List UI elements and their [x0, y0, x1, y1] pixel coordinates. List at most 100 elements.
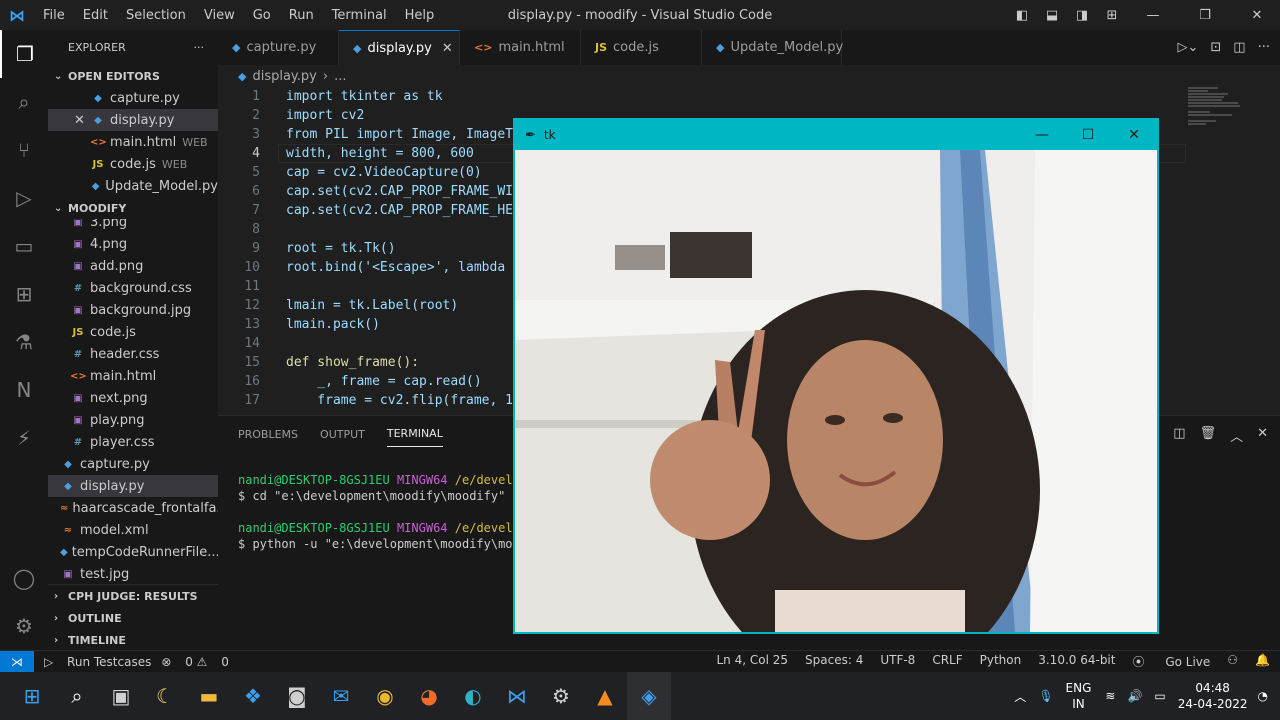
- tk-titlebar[interactable]: ✒ tk — ☐ ✕: [515, 120, 1157, 150]
- file-item[interactable]: # header.css: [48, 343, 218, 365]
- problems-indicator[interactable]: ⊗ 0 ⚠ 0: [161, 655, 229, 669]
- extensions-icon[interactable]: ⊞: [0, 270, 48, 318]
- menu-help[interactable]: Help: [396, 8, 444, 23]
- tab-main-html[interactable]: <> main.html: [460, 30, 581, 65]
- breadcrumb-rest[interactable]: ...: [334, 69, 346, 84]
- widgets-icon[interactable]: ☾: [143, 672, 187, 720]
- menu-selection[interactable]: Selection: [117, 8, 195, 23]
- chrome-icon[interactable]: ◉: [363, 672, 407, 720]
- notifications-bell-icon[interactable]: 🔔: [1255, 653, 1270, 670]
- tab-display[interactable]: ◆ display.py ✕: [339, 30, 460, 65]
- close-window-button[interactable]: ✕: [1234, 8, 1280, 23]
- menu-go[interactable]: Go: [244, 8, 280, 23]
- python-interpreter[interactable]: 3.10.0 64-bit: [1038, 653, 1115, 670]
- tab-capture[interactable]: ◆ capture.py: [218, 30, 339, 65]
- chevron-up-icon[interactable]: ︿: [1014, 688, 1026, 705]
- volume-icon[interactable]: 🔊: [1127, 689, 1142, 703]
- go-live-button[interactable]: ⦿ Go Live: [1132, 653, 1210, 670]
- encoding[interactable]: UTF-8: [880, 653, 915, 670]
- vlc-icon[interactable]: ▲: [583, 672, 627, 720]
- accounts-icon[interactable]: ◯: [0, 554, 48, 602]
- tk-minimize-button[interactable]: —: [1019, 127, 1065, 143]
- close-icon[interactable]: ✕: [74, 113, 90, 128]
- cph-icon[interactable]: ⚡: [0, 414, 48, 462]
- python-app-icon[interactable]: ◈: [627, 672, 671, 720]
- source-control-icon[interactable]: ⑂: [0, 126, 48, 174]
- clock[interactable]: 04:48 24-04-2022: [1178, 680, 1248, 712]
- toggle-panel-icon[interactable]: ⬓: [1040, 8, 1064, 23]
- file-explorer-icon[interactable]: ▬: [187, 672, 231, 720]
- settings-gear-icon[interactable]: ⚙: [0, 602, 48, 650]
- remote-icon[interactable]: ⋊: [0, 650, 34, 673]
- notification-icon[interactable]: ◔: [1258, 689, 1268, 703]
- file-item[interactable]: ▣ 4.png: [48, 233, 218, 255]
- file-item[interactable]: # background.css: [48, 277, 218, 299]
- timeline-section[interactable]: › TIMELINE: [48, 629, 218, 650]
- open-editor-item[interactable]: JS code.js WEB: [48, 153, 218, 175]
- language-mode[interactable]: Python: [980, 653, 1022, 670]
- remote-explorer-icon[interactable]: ▭: [0, 222, 48, 270]
- file-item[interactable]: <> main.html: [48, 365, 218, 387]
- file-item[interactable]: ≈ haarcascade_frontalfa...: [48, 497, 218, 519]
- mail-icon[interactable]: ✉: [319, 672, 363, 720]
- camera-icon[interactable]: ◙: [275, 672, 319, 720]
- open-editors-section[interactable]: ⌄ OPEN EDITORS: [48, 65, 218, 87]
- open-editor-item[interactable]: ✕ ◆ display.py: [48, 109, 218, 131]
- file-item[interactable]: ◆ tempCodeRunnerFile....: [48, 541, 218, 563]
- wifi-icon[interactable]: ≋: [1105, 689, 1115, 703]
- menu-edit[interactable]: Edit: [74, 8, 117, 23]
- split-terminal-icon[interactable]: ◫: [1173, 426, 1185, 445]
- tk-close-button[interactable]: ✕: [1111, 127, 1157, 143]
- microphone-icon[interactable]: 🎙: [1038, 689, 1053, 703]
- toggle-secondary-sidebar-icon[interactable]: ◨: [1070, 8, 1094, 23]
- tab-code-js[interactable]: JS code.js: [581, 30, 702, 65]
- task-view-icon[interactable]: ▣: [99, 672, 143, 720]
- customize-layout-icon[interactable]: ⊞: [1100, 8, 1124, 23]
- search-icon[interactable]: ⌕: [55, 672, 99, 720]
- file-item[interactable]: ▣ next.png: [48, 387, 218, 409]
- file-item[interactable]: # player.css: [48, 431, 218, 453]
- tab-update-model[interactable]: ◆ Update_Model.py: [702, 30, 843, 65]
- file-item[interactable]: ▣ background.jpg: [48, 299, 218, 321]
- notion-icon[interactable]: N: [0, 366, 48, 414]
- file-item[interactable]: ▣ test.jpg: [48, 563, 218, 585]
- gitkraken-icon[interactable]: ⚙: [539, 672, 583, 720]
- file-item[interactable]: ▣ play.png: [48, 409, 218, 431]
- split-editor-icon[interactable]: ◫: [1233, 40, 1245, 55]
- battery-icon[interactable]: ▭: [1154, 689, 1165, 703]
- more-actions-icon[interactable]: ···: [194, 41, 205, 54]
- trash-icon[interactable]: 🗑: [1200, 426, 1217, 445]
- open-editor-item[interactable]: ◆ capture.py: [48, 87, 218, 109]
- minimap[interactable]: [1188, 87, 1258, 137]
- cph-judge-section[interactable]: › CPH JUDGE: RESULTS: [48, 585, 218, 607]
- outline-section[interactable]: › OUTLINE: [48, 607, 218, 629]
- breadcrumb-file[interactable]: display.py: [252, 69, 316, 84]
- feedback-icon[interactable]: ⚇: [1227, 653, 1238, 670]
- tab-problems[interactable]: PROBLEMS: [238, 422, 298, 447]
- close-icon[interactable]: ✕: [442, 41, 453, 56]
- cursor-position[interactable]: Ln 4, Col 25: [717, 653, 789, 670]
- dropbox-icon[interactable]: ❖: [231, 672, 275, 720]
- toggle-sidebar-icon[interactable]: ◧: [1010, 8, 1034, 23]
- file-item[interactable]: ▣ 3.png: [48, 219, 218, 233]
- file-item[interactable]: ▣ add.png: [48, 255, 218, 277]
- start-button[interactable]: ⊞: [10, 672, 54, 720]
- file-item[interactable]: JS code.js: [48, 321, 218, 343]
- more-actions-icon[interactable]: ···: [1258, 40, 1270, 55]
- search-icon[interactable]: ⌕: [0, 78, 48, 126]
- menu-run[interactable]: Run: [280, 8, 323, 23]
- run-testcases-button[interactable]: ▷ Run Testcases: [44, 655, 151, 669]
- menu-terminal[interactable]: Terminal: [323, 8, 396, 23]
- explorer-icon[interactable]: ❐: [0, 30, 48, 78]
- open-editor-item[interactable]: <> main.html WEB: [48, 131, 218, 153]
- menu-file[interactable]: File: [34, 8, 74, 23]
- indentation[interactable]: Spaces: 4: [805, 653, 863, 670]
- firefox-icon[interactable]: ◕: [407, 672, 451, 720]
- testing-icon[interactable]: ⚗: [0, 318, 48, 366]
- moodify-folder-section[interactable]: ⌄ MOODIFY: [48, 197, 218, 219]
- tab-output[interactable]: OUTPUT: [320, 422, 365, 447]
- language-indicator[interactable]: ENG IN: [1066, 680, 1092, 712]
- minimize-button[interactable]: —: [1130, 8, 1176, 23]
- run-python-icon[interactable]: ▷⌄: [1178, 40, 1199, 55]
- file-item[interactable]: ◆ display.py: [48, 475, 218, 497]
